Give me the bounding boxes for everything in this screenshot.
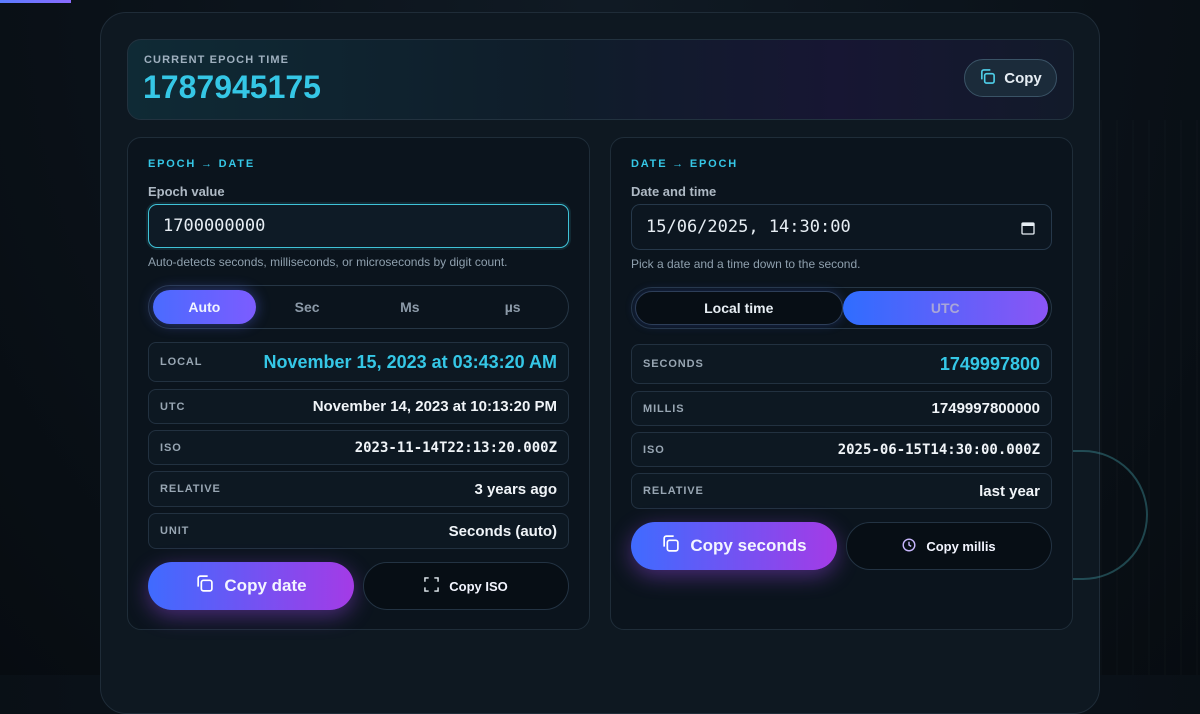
row-value: 1749997800 bbox=[939, 353, 1040, 374]
row-key: MILLIS bbox=[643, 402, 685, 415]
row-key: UNIT bbox=[160, 525, 190, 537]
epoch-value-label: Epoch value bbox=[148, 184, 225, 199]
unit-millis-option[interactable]: Ms bbox=[359, 290, 462, 324]
result-row-local: LOCAL November 15, 2023 at 03:43:20 AM bbox=[148, 342, 569, 382]
current-epoch-card: CURRENT EPOCH TIME 1787945175 Copy bbox=[127, 39, 1074, 120]
row-value: November 14, 2023 at 10:13:20 PM bbox=[312, 398, 557, 415]
row-value: 1749997800000 bbox=[931, 400, 1040, 417]
copy-icon bbox=[979, 68, 996, 89]
row-key: UTC bbox=[160, 400, 186, 413]
epoch-to-date-title: EPOCH → DATE bbox=[148, 158, 255, 170]
unit-selector: Auto Sec Ms µs bbox=[148, 285, 569, 329]
result-row-relative: RELATIVE 3 years ago bbox=[148, 471, 569, 507]
copy-icon bbox=[195, 574, 214, 598]
date-time-label: Date and time bbox=[631, 184, 717, 199]
result-row-seconds: SECONDS 1749997800 bbox=[631, 344, 1052, 384]
date-time-hint: Pick a date and a time down to the secon… bbox=[631, 257, 861, 271]
epoch-value-input[interactable]: 1700000000 bbox=[148, 204, 569, 248]
utc-option[interactable]: UTC bbox=[842, 291, 1048, 325]
copy-date-button[interactable]: Copy date bbox=[148, 562, 354, 610]
current-epoch-value: 1787945175 bbox=[143, 69, 321, 105]
epoch-value-hint: Auto-detects seconds, milliseconds, or m… bbox=[148, 255, 508, 269]
date-to-epoch-title: DATE → EPOCH bbox=[631, 158, 738, 170]
result-row-utc: UTC November 14, 2023 at 10:13:20 PM bbox=[148, 389, 569, 424]
unit-seconds-option[interactable]: Sec bbox=[256, 290, 359, 324]
epoch-to-date-card: EPOCH → DATE Epoch value 1700000000 Auto… bbox=[127, 137, 590, 630]
top-accent-bar bbox=[0, 0, 71, 3]
copy-seconds-label: Copy seconds bbox=[690, 536, 807, 555]
row-key: LOCAL bbox=[160, 356, 203, 368]
row-key: ISO bbox=[643, 443, 665, 456]
copy-millis-button[interactable]: Copy millis bbox=[846, 522, 1052, 570]
copy-millis-label: Copy millis bbox=[926, 538, 996, 554]
row-key: ISO bbox=[160, 441, 182, 454]
background-stripes bbox=[1100, 120, 1200, 675]
copy-seconds-button[interactable]: Copy seconds bbox=[631, 522, 837, 570]
row-key: RELATIVE bbox=[160, 483, 221, 495]
date-to-epoch-card: DATE → EPOCH Date and time 15/06/2025, 1… bbox=[610, 137, 1073, 630]
result-row-iso: ISO 2025-06-15T14:30:00.000Z bbox=[631, 432, 1052, 467]
row-key: RELATIVE bbox=[643, 485, 704, 497]
copy-date-label: Copy date bbox=[224, 576, 307, 595]
row-key: SECONDS bbox=[643, 358, 704, 370]
row-value: last year bbox=[979, 482, 1040, 500]
row-value: 3 years ago bbox=[474, 480, 557, 498]
calendar-icon[interactable] bbox=[1021, 220, 1035, 240]
copy-icon bbox=[661, 534, 680, 558]
row-value: 2025-06-15T14:30:00.000Z bbox=[837, 441, 1040, 458]
unit-micros-option[interactable]: µs bbox=[461, 290, 564, 324]
date-time-value: 15/06/2025, 14:30:00 bbox=[646, 217, 851, 237]
result-row-iso: ISO 2023-11-14T22:13:20.000Z bbox=[148, 430, 569, 465]
timezone-selector: Local time UTC bbox=[631, 287, 1052, 329]
copy-iso-button[interactable]: Copy ISO bbox=[363, 562, 569, 610]
row-value: Seconds (auto) bbox=[448, 522, 557, 540]
clock-icon bbox=[902, 537, 916, 555]
local-time-option[interactable]: Local time bbox=[635, 291, 843, 325]
date-time-input[interactable]: 15/06/2025, 14:30:00 bbox=[631, 204, 1052, 250]
copy-current-epoch-label: Copy bbox=[1004, 69, 1042, 87]
unit-auto-option[interactable]: Auto bbox=[153, 290, 256, 324]
row-value: 2023-11-14T22:13:20.000Z bbox=[354, 439, 557, 456]
result-row-unit: UNIT Seconds (auto) bbox=[148, 513, 569, 549]
row-value: November 15, 2023 at 03:43:20 AM bbox=[263, 351, 557, 372]
result-row-relative: RELATIVE last year bbox=[631, 473, 1052, 509]
expand-frame-icon bbox=[424, 577, 439, 595]
result-row-millis: MILLIS 1749997800000 bbox=[631, 391, 1052, 426]
copy-iso-label: Copy ISO bbox=[449, 578, 508, 594]
copy-current-epoch-button[interactable]: Copy bbox=[964, 59, 1057, 97]
current-epoch-label: CURRENT EPOCH TIME bbox=[144, 54, 290, 66]
